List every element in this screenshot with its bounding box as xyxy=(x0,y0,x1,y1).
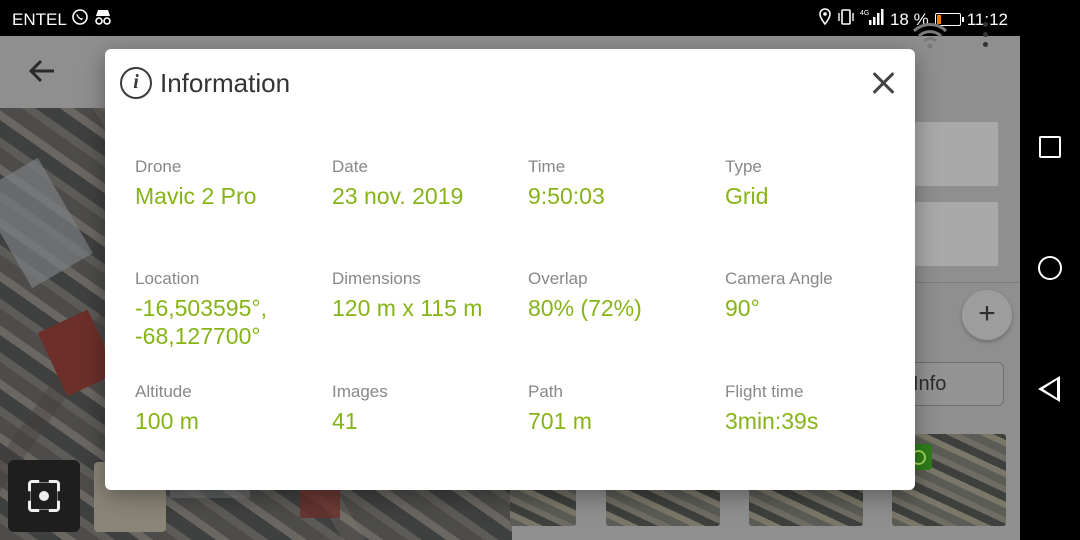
panel-placeholder xyxy=(912,122,998,186)
field-value: 23 nov. 2019 xyxy=(332,183,464,209)
field-value: 90° xyxy=(725,295,760,321)
field-value: 3min:39s xyxy=(725,408,819,434)
field-time: Time 9:50:03 xyxy=(528,157,718,210)
field-flight-time: Flight time 3min:39s xyxy=(725,382,915,435)
field-dimensions: Dimensions 120 m x 115 m xyxy=(332,269,522,322)
field-value: 9:50:03 xyxy=(528,183,605,209)
field-overlap: Overlap 80% (72%) xyxy=(528,269,718,322)
system-nav-bar xyxy=(1020,0,1080,540)
add-button[interactable]: + xyxy=(962,290,1012,340)
field-drone: Drone Mavic 2 Pro xyxy=(135,157,325,210)
field-value: 80% (72%) xyxy=(528,295,642,321)
field-label: Dimensions xyxy=(332,269,421,288)
field-value: 41 xyxy=(332,408,358,434)
recenter-button[interactable] xyxy=(8,460,80,532)
field-value-line2: -68,127700° xyxy=(135,323,261,349)
field-value: 701 m xyxy=(528,408,592,434)
plus-icon: + xyxy=(978,297,996,330)
field-label: Date xyxy=(332,157,368,176)
field-label: Time xyxy=(528,157,566,176)
dialog-header: i Information xyxy=(105,49,915,119)
information-dialog: i Information Drone Mavic 2 Pro Date 23 … xyxy=(105,49,915,490)
more-vert-icon[interactable] xyxy=(983,22,991,50)
arrow-back-icon[interactable] xyxy=(26,56,58,86)
panel-placeholder xyxy=(912,202,998,266)
field-value: Mavic 2 Pro xyxy=(135,183,257,209)
field-camera-angle: Camera Angle 90° xyxy=(725,269,915,322)
screen: ENTEL 4G 18 % 11:12 + Info i Information… xyxy=(0,0,1080,540)
field-label: Camera Angle xyxy=(725,269,833,288)
field-value: 120 m x 115 m xyxy=(332,295,483,321)
map-building xyxy=(300,488,340,518)
status-bar: ENTEL 4G 18 % 11:12 xyxy=(0,0,1020,36)
field-path: Path 701 m xyxy=(528,382,718,435)
home-icon[interactable] xyxy=(1038,256,1062,280)
field-altitude: Altitude 100 m xyxy=(135,382,325,435)
close-icon[interactable] xyxy=(869,69,899,99)
field-images: Images 41 xyxy=(332,382,522,435)
field-label: Type xyxy=(725,157,762,176)
nav-back-icon[interactable] xyxy=(1038,376,1060,402)
field-value: 100 m xyxy=(135,408,199,434)
field-label: Altitude xyxy=(135,382,192,401)
info-button-label: Info xyxy=(913,373,947,395)
field-type: Type Grid xyxy=(725,157,915,210)
whatsapp-icon xyxy=(71,8,89,31)
info-icon: i xyxy=(120,67,152,99)
wifi-icon[interactable] xyxy=(912,22,948,50)
field-value: -16,503595°, xyxy=(135,295,267,321)
field-label: Path xyxy=(528,382,563,401)
vibrate-icon xyxy=(836,8,856,31)
incognito-icon xyxy=(93,8,113,31)
svg-text:4G: 4G xyxy=(860,10,869,17)
dialog-title: Information xyxy=(160,68,291,98)
field-label: Overlap xyxy=(528,269,588,288)
field-label: Location xyxy=(135,269,200,288)
field-value: Grid xyxy=(725,183,769,209)
carrier-label: ENTEL xyxy=(12,9,67,29)
recents-icon[interactable] xyxy=(1039,136,1061,158)
field-date: Date 23 nov. 2019 xyxy=(332,157,522,210)
signal-icon: 4G xyxy=(860,8,886,31)
field-label: Flight time xyxy=(725,382,804,401)
focus-dot xyxy=(39,491,49,501)
map-building xyxy=(0,157,93,289)
field-label: Images xyxy=(332,382,388,401)
field-location: Location -16,503595°, -68,127700° xyxy=(135,269,325,350)
location-icon xyxy=(818,8,832,31)
field-label: Drone xyxy=(135,157,182,176)
